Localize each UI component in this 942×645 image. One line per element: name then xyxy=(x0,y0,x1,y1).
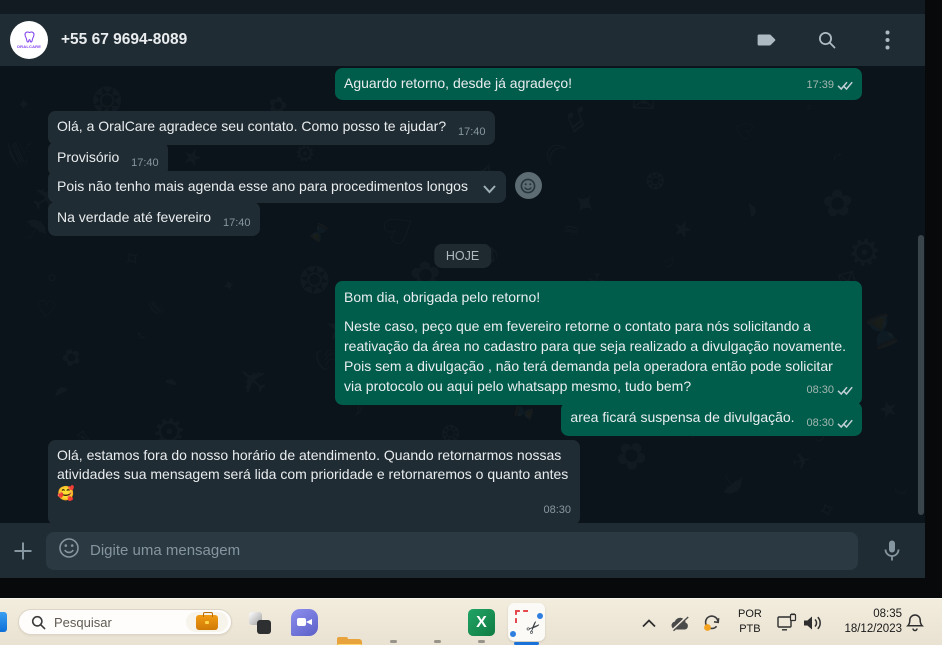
tray-network-icon[interactable] xyxy=(775,611,799,635)
tray-volume-icon[interactable] xyxy=(801,611,825,635)
message-row: Pois não tenho mais agenda esse ano para… xyxy=(48,171,862,203)
snip-handle-dot xyxy=(537,613,543,619)
message-bubble-incoming[interactable]: Olá, a OralCare agradece seu contato. Co… xyxy=(48,111,495,145)
composer-bar xyxy=(0,523,925,578)
whatsapp-window: ORALCARE +55 67 9694-8089 ✦☕♪✿☁★♨✈☂⚙✉♬☽✧… xyxy=(0,0,925,578)
message-row: Olá, a OralCare agradece seu contato. Co… xyxy=(48,111,862,145)
message-time: 08:30 xyxy=(543,504,571,516)
chevron-down-icon[interactable] xyxy=(482,180,497,199)
message-row: area ficará suspensa de divulgação. 08:3… xyxy=(48,402,862,436)
taskbar-app-chat[interactable] xyxy=(291,609,318,636)
video-camera-icon xyxy=(297,618,306,626)
message-bubble-outgoing[interactable]: Aguardo retorno, desde já agradeço! 17:3… xyxy=(335,68,862,100)
mic-icon[interactable] xyxy=(858,523,925,578)
react-emoji-button[interactable] xyxy=(514,172,542,199)
taskbar: Pesquisar X ✂ POR PTB 08:35 18/12/2023 xyxy=(0,598,942,645)
message-time: 17:40 xyxy=(222,217,251,229)
message-time: 17:40 xyxy=(458,126,486,138)
taskbar-app-file-explorer[interactable] xyxy=(336,636,363,645)
scrollbar[interactable] xyxy=(918,235,924,515)
message-text: Aguardo retorno, desde já agradeço! xyxy=(344,75,573,91)
edge-running-indicator xyxy=(390,640,397,643)
screen: ORALCARE +55 67 9694-8089 ✦☕♪✿☁★♨✈☂⚙✉♬☽✧… xyxy=(0,0,942,645)
briefcase-icon xyxy=(196,611,218,630)
chat-header: ORALCARE +55 67 9694-8089 xyxy=(0,14,925,66)
attach-plus-button[interactable] xyxy=(0,523,46,578)
message-text: Na verdade até fevereiro xyxy=(57,209,212,225)
message-text: Olá, a OralCare agradece seu contato. Co… xyxy=(57,118,447,134)
contact-avatar[interactable]: ORALCARE xyxy=(10,21,48,59)
clock-time: 08:35 xyxy=(873,608,902,620)
message-row: Bom dia, obrigada pelo retorno! Neste ca… xyxy=(48,281,862,405)
message-time: 08:30 xyxy=(806,384,834,396)
message-meta: 17:39 xyxy=(806,76,853,95)
header-actions xyxy=(755,28,899,52)
message-text: Provisório xyxy=(57,149,120,165)
video-camera-lens xyxy=(306,619,312,625)
date-divider: HOJE xyxy=(433,244,492,268)
message-text: area ficará suspensa de divulgação. xyxy=(570,409,795,425)
taskbar-search[interactable]: Pesquisar xyxy=(18,609,232,635)
chat-area: ✦☕♪✿☁★♨✈☂⚙✉♬☽✧◦♡⌛❂✦☕♪✿☁★♨✈☂⚙✉♬☽✧◦♡⌛❂✦☕♪✿… xyxy=(0,66,925,523)
message-input-pill xyxy=(46,531,858,570)
avatar-label: ORALCARE xyxy=(16,44,42,49)
message-meta: 08:30 xyxy=(806,414,853,433)
tooth-icon xyxy=(24,31,34,43)
tray-language-indicator[interactable]: POR PTB xyxy=(738,607,762,637)
message-bubble-incoming[interactable]: Na verdade até fevereiro 17:40 xyxy=(48,202,260,236)
message-row: Na verdade até fevereiro 17:40 xyxy=(48,202,862,236)
message-bubble-incoming[interactable]: Pois não tenho mais agenda esse ano para… xyxy=(48,171,506,203)
double-check-icon xyxy=(837,80,853,91)
message-time: 08:30 xyxy=(806,417,834,429)
double-check-icon xyxy=(837,385,853,396)
menu-kebab-icon[interactable] xyxy=(875,28,899,52)
message-bubble-outgoing[interactable]: area ficará suspensa de divulgação. 08:3… xyxy=(561,402,862,436)
message-text: Pois não tenho mais agenda esse ano para… xyxy=(57,178,468,194)
tray-chevron-up-icon[interactable] xyxy=(637,611,661,635)
chrome-running-indicator xyxy=(434,640,441,643)
label-icon[interactable] xyxy=(755,28,779,52)
tray-cloud-offline-icon[interactable] xyxy=(668,611,692,635)
tray-clock[interactable]: 08:35 18/12/2023 xyxy=(832,607,902,637)
double-check-icon xyxy=(837,418,853,429)
taskbar-app-snipping-tool[interactable]: ✂ xyxy=(508,603,546,641)
windows-start-icon[interactable] xyxy=(0,612,7,632)
message-text: Bom dia, obrigada pelo retorno! xyxy=(344,289,541,305)
message-meta: 08:30 xyxy=(543,501,571,520)
contact-name[interactable]: +55 67 9694-8089 xyxy=(61,31,187,49)
search-icon xyxy=(31,615,46,629)
message-text: Neste caso, peço que em fevereiro retorn… xyxy=(344,318,846,394)
taskbar-app-excel[interactable]: X xyxy=(468,609,495,636)
clock-date: 18/12/2023 xyxy=(844,623,902,635)
excel-running-indicator xyxy=(478,640,485,643)
emoji-icon[interactable] xyxy=(58,537,80,564)
message-time: 17:39 xyxy=(806,79,834,91)
message-bubble-incoming[interactable]: Olá, estamos fora do nosso horário de at… xyxy=(48,440,580,523)
snip-handle-dot xyxy=(510,631,516,637)
search-icon[interactable] xyxy=(815,28,839,52)
message-row: Olá, estamos fora do nosso horário de at… xyxy=(48,440,862,523)
tray-sync-icon[interactable] xyxy=(700,611,724,635)
message-input[interactable] xyxy=(90,542,846,559)
message-meta: 08:30 xyxy=(806,380,853,400)
message-text: Olá, estamos fora do nosso horário de at… xyxy=(57,447,569,501)
language-line2: PTB xyxy=(739,623,761,635)
task-view-button[interactable] xyxy=(249,612,271,634)
search-label: Pesquisar xyxy=(54,614,112,630)
search-highlight-chip[interactable] xyxy=(186,611,228,632)
task-view-icon-front xyxy=(257,620,271,634)
tray-notification-bell-icon[interactable] xyxy=(903,611,927,635)
language-line1: POR xyxy=(738,608,762,620)
message-row: Aguardo retorno, desde já agradeço! 17:3… xyxy=(48,68,862,100)
message-bubble-outgoing[interactable]: Bom dia, obrigada pelo retorno! Neste ca… xyxy=(335,281,862,405)
